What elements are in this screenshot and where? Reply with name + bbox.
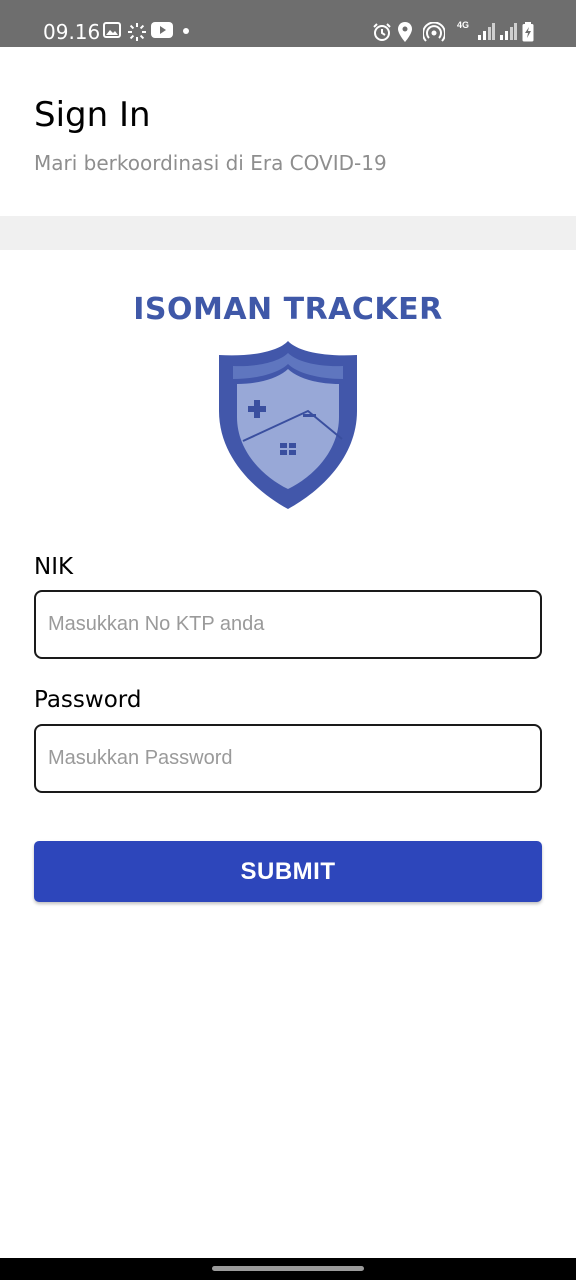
shield-house-icon [219, 341, 357, 509]
gallery-icon [103, 22, 121, 38]
hotspot-icon [423, 22, 445, 42]
section-divider [0, 216, 576, 250]
signal-icon [500, 23, 517, 40]
page-title: Sign In [34, 95, 151, 135]
header: Sign In Mari berkoordinasi di Era COVID-… [0, 47, 576, 216]
status-bar: 09.16 4G [0, 0, 576, 47]
status-time: 09.16 [43, 20, 101, 44]
youtube-icon [151, 22, 173, 38]
network-4g-icon: 4G [457, 20, 470, 30]
nik-label: NIK [34, 554, 74, 580]
submit-button[interactable]: SUBMIT [34, 841, 542, 902]
page-subtitle: Mari berkoordinasi di Era COVID-19 [34, 151, 387, 175]
nik-field[interactable] [34, 590, 542, 659]
app-name: ISOMAN TRACKER [133, 292, 443, 327]
location-icon [398, 22, 412, 42]
dot-icon [183, 28, 189, 34]
battery-icon [522, 22, 534, 42]
signal-icon [478, 23, 495, 40]
password-label: Password [34, 687, 142, 713]
navigation-bar [0, 1258, 576, 1280]
password-field[interactable] [34, 724, 542, 793]
alarm-icon [373, 23, 391, 41]
loading-icon [128, 23, 146, 41]
home-gesture-handle[interactable] [212, 1266, 364, 1271]
